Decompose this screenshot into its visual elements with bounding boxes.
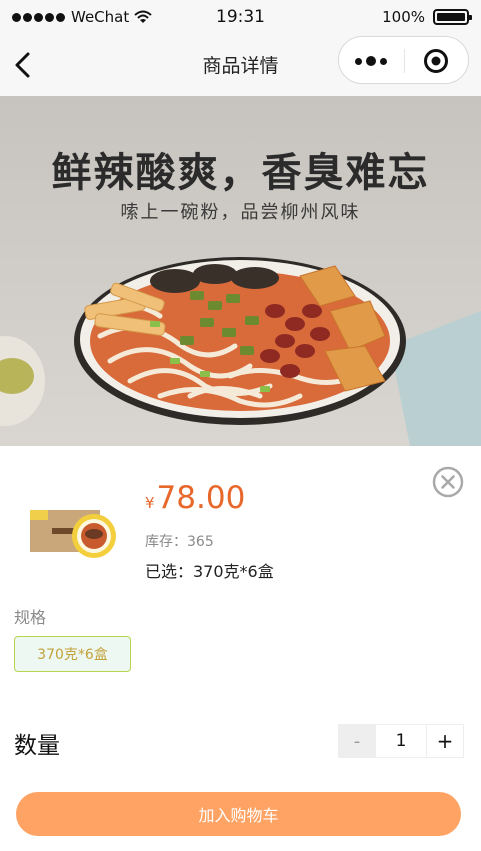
add-to-cart-button[interactable]: 加入购物车 xyxy=(16,792,461,836)
selected-spec-text: 已选：370克*6盒 xyxy=(145,562,274,581)
banner-subtitle: 嗦上一碗粉，品尝柳州风味 xyxy=(120,202,361,223)
stock-text: 库存：365 xyxy=(145,534,214,550)
spec-label: 规格 xyxy=(14,608,47,627)
close-icon[interactable] xyxy=(432,466,464,498)
price: ¥ 78.00 xyxy=(145,480,245,516)
capsule-divider xyxy=(404,49,405,73)
more-icon[interactable] xyxy=(355,51,391,71)
quantity-label: 数量 xyxy=(14,733,60,759)
currency-symbol: ¥ xyxy=(145,494,155,512)
banner-title: 鲜辣酸爽，香臭难忘 xyxy=(51,149,430,196)
product-thumbnail xyxy=(30,510,116,558)
decrease-button[interactable]: - xyxy=(338,724,376,758)
quantity-input[interactable]: 1 xyxy=(376,724,426,758)
product-banner: 鲜辣酸爽，香臭难忘 嗦上一碗粉，品尝柳州风味 xyxy=(0,96,481,446)
status-bar: WeChat 19:31 100% xyxy=(0,0,481,34)
increase-button[interactable]: + xyxy=(426,724,464,758)
spec-option-370g-6box[interactable]: 370克*6盒 xyxy=(14,636,131,672)
mini-program-capsule xyxy=(338,36,469,84)
price-value: 78.00 xyxy=(156,480,246,516)
battery-percent: 100% xyxy=(382,8,425,26)
battery-icon xyxy=(433,9,472,25)
nav-bar: 商品详情 xyxy=(0,34,481,96)
quantity-stepper: - 1 + xyxy=(338,724,464,758)
target-icon[interactable] xyxy=(423,48,449,74)
status-right: 100% xyxy=(382,8,472,26)
